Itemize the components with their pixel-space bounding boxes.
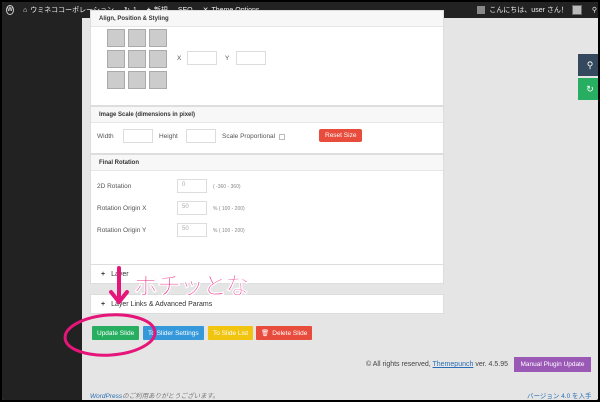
origin-y-input[interactable]: 50	[177, 223, 207, 237]
copyright-line: © All rights reserved, Themepunch ver. 4…	[366, 361, 508, 368]
align-cell[interactable]	[107, 71, 125, 89]
reset-size-button[interactable]: Reset Size	[319, 129, 363, 142]
screenshot-frame: W ⌂ ウミネココーポレーション ↻ 1 + 新規 SEO ✕ Theme Op…	[0, 0, 600, 402]
origin-x-label: Rotation Origin X	[97, 205, 147, 212]
align-cell[interactable]	[149, 29, 167, 47]
y-label: Y	[225, 55, 230, 62]
rotation-hint: ( -360 - 360)	[213, 184, 241, 190]
annotation-ellipse-icon	[63, 313, 157, 357]
wp-thanks-text: のご利用ありがとうございます。	[122, 393, 220, 400]
search-icon: ⚲	[586, 59, 594, 70]
align-panel-title: Align, Position & Styling	[91, 11, 443, 27]
search-icon: ⚲	[591, 7, 597, 14]
rights-text: © All rights reserved,	[366, 361, 431, 368]
align-panel: Align, Position & Styling X Y	[90, 10, 444, 106]
delete-slide-label: Delete Slide	[272, 329, 308, 337]
annotation-text: ポチッとな	[134, 272, 250, 301]
wp-version-link[interactable]: バージョン 4.0 を入手	[527, 390, 592, 400]
x-input[interactable]	[187, 51, 217, 65]
image-scale-title: Image Scale (dimensions in pixel)	[91, 107, 443, 123]
origin-y-hint: % ( 100 - 200)	[213, 228, 245, 234]
align-cell[interactable]	[107, 29, 125, 47]
align-cell[interactable]	[107, 50, 125, 68]
search-side-button[interactable]: ⚲	[578, 54, 598, 76]
rotation-input[interactable]: 0	[177, 179, 207, 193]
refresh-side-button[interactable]: ↻	[578, 78, 598, 100]
align-cell[interactable]	[128, 50, 146, 68]
delete-slide-button[interactable]: 🗑 Delete Slide	[256, 326, 313, 340]
wordpress-logo-icon: W	[6, 5, 14, 15]
align-cell[interactable]	[149, 71, 167, 89]
origin-y-label: Rotation Origin Y	[97, 227, 147, 234]
align-cell[interactable]	[149, 50, 167, 68]
rotation-label: 2D Rotation	[97, 183, 132, 190]
greeting: こんにちは、user さん！	[489, 7, 568, 14]
final-rotation-title: Final Rotation	[91, 155, 443, 171]
scale-proportional-checkbox[interactable]	[279, 134, 285, 140]
manual-plugin-update-button[interactable]: Manual Plugin Update	[514, 357, 591, 372]
wordpress-logo-menu[interactable]: W	[2, 2, 18, 18]
home-icon: ⌂	[23, 6, 28, 14]
height-label: Height	[159, 133, 178, 140]
wp-footer-thanks: WordPressのご利用ありがとうございます。	[90, 390, 219, 400]
themepunch-link[interactable]: Themepunch	[433, 361, 474, 368]
my-account-menu[interactable]: こんにちは、user さん！	[472, 2, 587, 18]
trash-icon: 🗑	[261, 330, 270, 337]
y-input[interactable]	[236, 51, 266, 65]
avatar-icon	[477, 6, 486, 14]
slide-list-button[interactable]: To Slide List	[208, 326, 254, 340]
x-label: X	[177, 55, 182, 62]
avatar	[571, 5, 582, 15]
align-grid[interactable]	[107, 29, 167, 89]
align-cell[interactable]	[128, 29, 146, 47]
main-content: Align, Position & Styling X Y Image Scal…	[82, 10, 598, 400]
expand-icon: +	[101, 270, 106, 278]
height-input[interactable]	[186, 129, 216, 143]
search-menu[interactable]: ⚲	[587, 2, 598, 18]
origin-x-hint: % ( 100 - 200)	[213, 206, 245, 212]
scale-proportional-label: Scale Proportional	[222, 133, 276, 140]
align-cell[interactable]	[128, 71, 146, 89]
image-scale-panel: Image Scale (dimensions in pixel) Width …	[90, 106, 444, 154]
expand-icon: +	[101, 300, 106, 308]
width-label: Width	[97, 133, 114, 140]
origin-x-input[interactable]: 50	[177, 201, 207, 215]
version-text: ver. 4.5.95	[475, 361, 509, 368]
width-input[interactable]	[123, 129, 153, 143]
wordpress-link[interactable]: WordPress	[90, 393, 122, 400]
annotation-arrow-icon	[109, 266, 129, 304]
final-rotation-panel: Final Rotation 2D Rotation 0 ( -360 - 36…	[90, 154, 444, 266]
refresh-icon: ↻	[586, 83, 594, 94]
